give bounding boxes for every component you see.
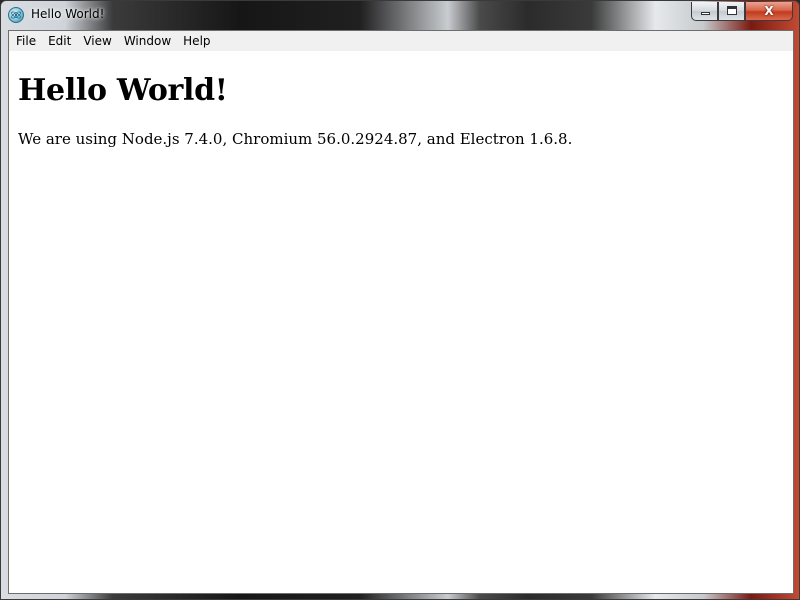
close-button[interactable]: X — [745, 2, 793, 21]
window-bottom-border[interactable] — [1, 594, 799, 599]
electron-app-icon — [8, 7, 24, 23]
menu-file[interactable]: File — [10, 31, 42, 51]
maximize-icon — [727, 6, 737, 15]
minimize-button[interactable] — [691, 2, 718, 21]
caption-buttons: X — [691, 2, 793, 21]
menu-edit[interactable]: Edit — [42, 31, 77, 51]
title-bar[interactable]: Hello World! X — [1, 1, 799, 30]
minimize-icon — [701, 12, 710, 15]
menu-help[interactable]: Help — [177, 31, 216, 51]
window-title: Hello World! — [31, 7, 105, 21]
menu-view[interactable]: View — [77, 31, 117, 51]
page-content: Hello World! We are using Node.js 7.4.0,… — [9, 73, 793, 149]
page-heading: Hello World! — [18, 73, 228, 108]
version-info-text: We are using Node.js 7.4.0, Chromium 56.… — [18, 130, 573, 148]
close-icon: X — [764, 4, 774, 18]
app-window: Hello World! X File Edit View Window Hel… — [0, 0, 800, 600]
client-area: File Edit View Window Help Hello World! … — [8, 30, 794, 594]
maximize-button[interactable] — [718, 2, 745, 21]
menu-bar: File Edit View Window Help — [9, 31, 793, 51]
menu-window[interactable]: Window — [118, 31, 177, 51]
